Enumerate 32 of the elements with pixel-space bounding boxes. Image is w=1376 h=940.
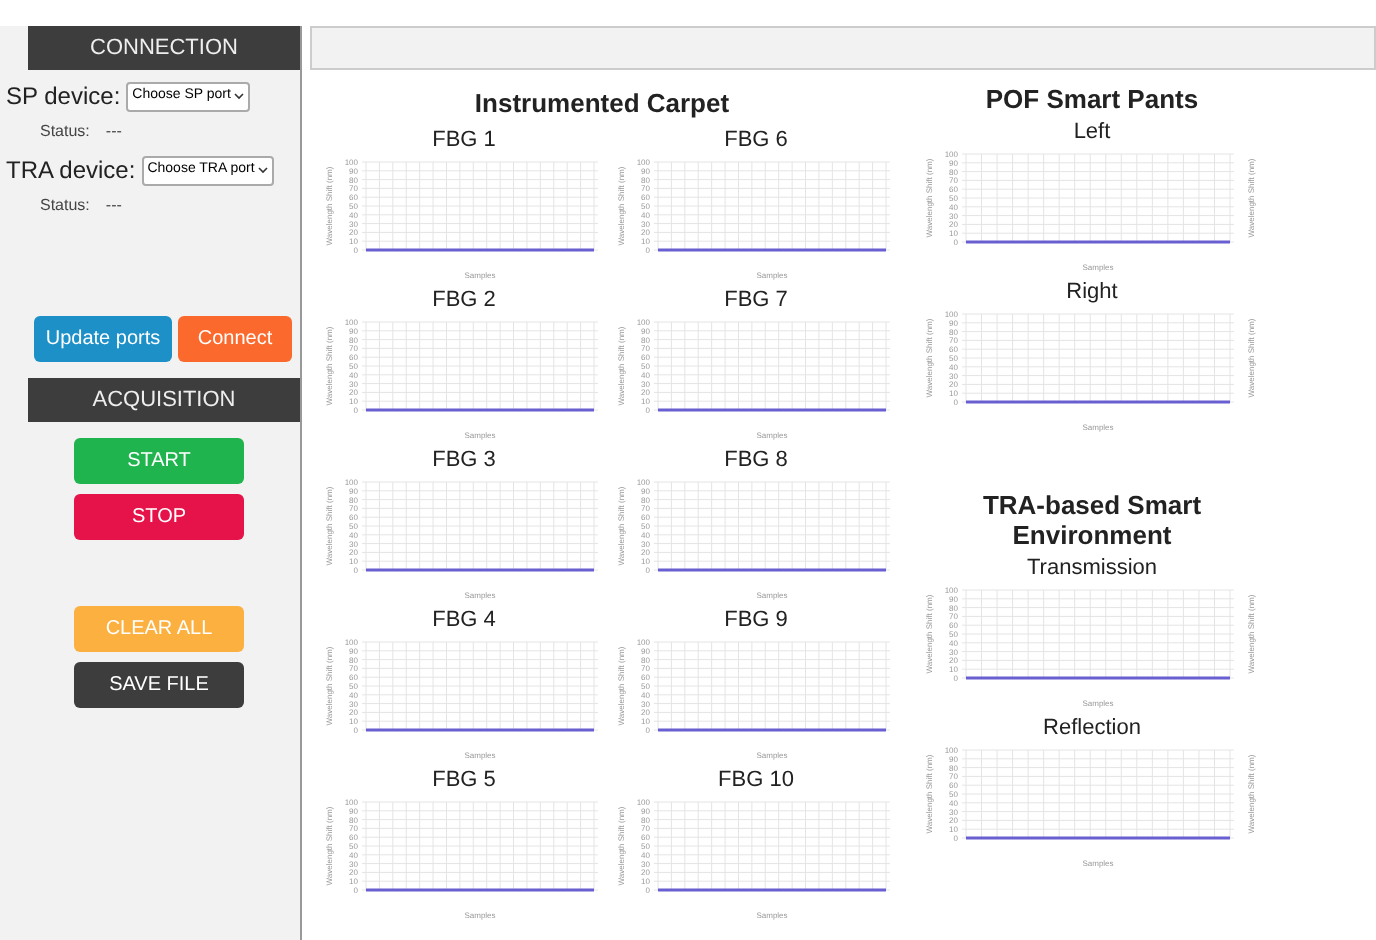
chart-title: Right bbox=[1066, 280, 1118, 306]
chart-title: FBG 5 bbox=[432, 767, 496, 793]
status-value: --- bbox=[105, 194, 122, 218]
status-label: Status: bbox=[40, 194, 90, 218]
device-label: SP device: bbox=[6, 80, 121, 114]
action-button[interactable]: START bbox=[74, 438, 244, 484]
chart-title: FBG 3 bbox=[432, 447, 496, 473]
action-button[interactable]: SAVE FILE bbox=[74, 662, 244, 708]
chart-title: FBG 1 bbox=[432, 127, 496, 153]
section-header: ACQUISITION bbox=[28, 378, 300, 422]
chart-title: Reflection bbox=[1043, 716, 1141, 742]
section-title: Instrumented Carpet bbox=[474, 86, 730, 122]
status-label: Status: bbox=[40, 120, 90, 144]
chevron-down-icon bbox=[258, 166, 269, 174]
section-title: POF Smart Pants bbox=[983, 84, 1201, 114]
device-label: TRA device: bbox=[6, 154, 136, 188]
chart-title: FBG 4 bbox=[432, 607, 496, 633]
chart-title: FBG 8 bbox=[724, 447, 788, 473]
chart-title: FBG 10 bbox=[718, 767, 794, 793]
chevron-down-icon bbox=[234, 92, 245, 100]
section-header: CONNECTION bbox=[28, 26, 300, 70]
chart-title: FBG 9 bbox=[724, 607, 788, 633]
action-button[interactable]: STOP bbox=[74, 494, 244, 540]
action-button[interactable]: Connect bbox=[178, 316, 292, 362]
chart-title: FBG 7 bbox=[724, 287, 788, 313]
chart-title: Left bbox=[1073, 120, 1111, 146]
action-button[interactable]: Update ports bbox=[34, 316, 172, 362]
section-title: TRA-based Smart Environment bbox=[980, 490, 1204, 550]
chart-title: Transmission bbox=[1027, 556, 1157, 582]
chart-title: FBG 6 bbox=[724, 127, 788, 153]
status-value: --- bbox=[105, 120, 122, 144]
chart-title: FBG 2 bbox=[432, 287, 496, 313]
